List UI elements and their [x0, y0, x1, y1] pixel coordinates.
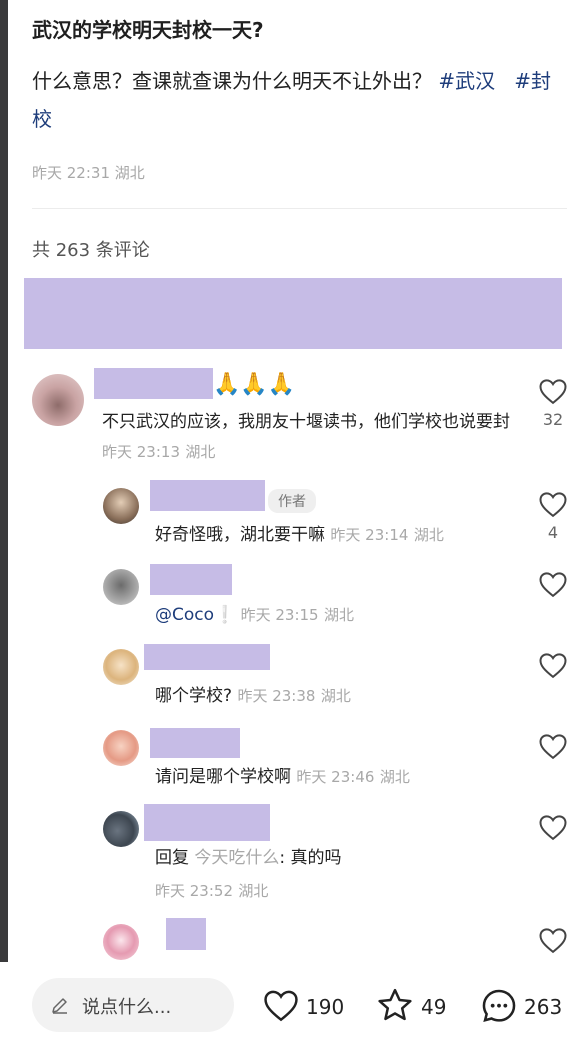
- likes-count: 190: [306, 995, 345, 1019]
- comment-body: 哪个学校?: [155, 686, 233, 706]
- input-placeholder: 说点什么...: [82, 997, 172, 1018]
- author-badge: 作者: [268, 489, 316, 513]
- redacted-username: [150, 728, 240, 758]
- post-title: 武汉的学校明天封校一天?: [32, 18, 264, 42]
- avatar[interactable]: [32, 374, 84, 426]
- comment-count: 共 263 条评论: [32, 240, 150, 261]
- comment-location: 湖北: [185, 443, 216, 461]
- comment-location: 湖北: [320, 687, 351, 705]
- comment-location: 湖北: [379, 768, 410, 786]
- comment-text: 好奇怪哦，湖北要干嘛 昨天 23:14 湖北: [155, 520, 444, 550]
- comment-meta: 昨天 23:52 湖北: [155, 876, 268, 906]
- redacted-username: [150, 480, 265, 511]
- comment-location: 湖北: [413, 526, 444, 544]
- username-emoji: 🙏🙏🙏: [213, 372, 296, 397]
- redacted-block: [24, 278, 562, 349]
- redacted-username: [166, 918, 206, 950]
- like-count: 4: [547, 523, 559, 542]
- heart-icon[interactable]: [538, 490, 568, 518]
- comment-time: 昨天 23:38: [237, 687, 316, 705]
- comment-location: 湖北: [238, 882, 269, 900]
- redacted-username: [144, 644, 270, 670]
- redacted-username: [144, 804, 270, 841]
- heart-icon[interactable]: [538, 570, 568, 598]
- comment-time: 昨天 23:14: [330, 526, 409, 544]
- redacted-username: [94, 368, 213, 399]
- pencil-icon: [52, 998, 67, 1014]
- like-heart-icon[interactable]: [262, 988, 300, 1022]
- post-meta: 昨天 22:31 湖北: [32, 162, 145, 183]
- comment-body: : 真的吗: [279, 848, 342, 868]
- comment-time: 昨天 23:52: [155, 882, 233, 900]
- bottom-bar: 说点什么... 190 49 263: [0, 962, 575, 1053]
- avatar[interactable]: [103, 649, 139, 685]
- avatar[interactable]: [103, 488, 139, 524]
- comment-body: 请问是哪个学校啊: [155, 767, 291, 787]
- tag-wuhan[interactable]: #武汉: [438, 69, 495, 93]
- reply-to-name[interactable]: 今天吃什么: [194, 848, 279, 868]
- avatar[interactable]: [103, 569, 139, 605]
- comment-time: 昨天 23:15: [240, 606, 319, 624]
- mention-suffix: ❕: [214, 605, 236, 625]
- like-count: 32: [542, 410, 564, 429]
- comment-location: 湖北: [324, 606, 355, 624]
- comment-time: 昨天 23:13: [102, 443, 180, 461]
- avatar[interactable]: [103, 924, 139, 960]
- star-icon[interactable]: [376, 987, 414, 1023]
- post-location: 湖北: [114, 164, 145, 182]
- avatar[interactable]: [103, 730, 139, 766]
- heart-icon[interactable]: [538, 377, 568, 405]
- heart-icon[interactable]: [538, 926, 568, 954]
- mention-link[interactable]: @Coco: [155, 605, 214, 625]
- comment-text: 哪个学校? 昨天 23:38 湖北: [155, 681, 351, 711]
- post-body-text: 什么意思？查课就查课为什么明天不让外出？: [32, 69, 432, 93]
- avatar[interactable]: [103, 811, 139, 847]
- window-edge: [0, 0, 8, 1053]
- comment-text: 请问是哪个学校啊 昨天 23:46 湖北: [155, 762, 410, 792]
- redacted-username: [150, 564, 232, 595]
- comment-text: @Coco❕ 昨天 23:15 湖北: [155, 600, 354, 630]
- heart-icon[interactable]: [538, 813, 568, 841]
- comment-input[interactable]: 说点什么...: [32, 978, 234, 1032]
- comment-body: 不只武汉的应该，我朋友十堰读书，他们学校也说要封: [102, 412, 510, 432]
- heart-icon[interactable]: [538, 651, 568, 679]
- favorites-count: 49: [421, 995, 447, 1019]
- post-body: 什么意思？查课就查课为什么明天不让外出？ #武汉 #封校: [32, 62, 562, 138]
- comment-text: 不只武汉的应该，我朋友十堰读书，他们学校也说要封 昨天 23:13 湖北: [102, 407, 522, 467]
- post-time: 昨天 22:31: [32, 164, 110, 182]
- comment-bubble-icon[interactable]: [480, 987, 518, 1025]
- comment-time: 昨天 23:46: [296, 768, 375, 786]
- divider: [32, 208, 567, 209]
- heart-icon[interactable]: [538, 732, 568, 760]
- comments-count: 263: [524, 995, 563, 1019]
- reply-label: 回复: [155, 848, 189, 868]
- comment-text: 回复 今天吃什么: 真的吗: [155, 843, 342, 873]
- comment-body: 好奇怪哦，湖北要干嘛: [155, 525, 325, 545]
